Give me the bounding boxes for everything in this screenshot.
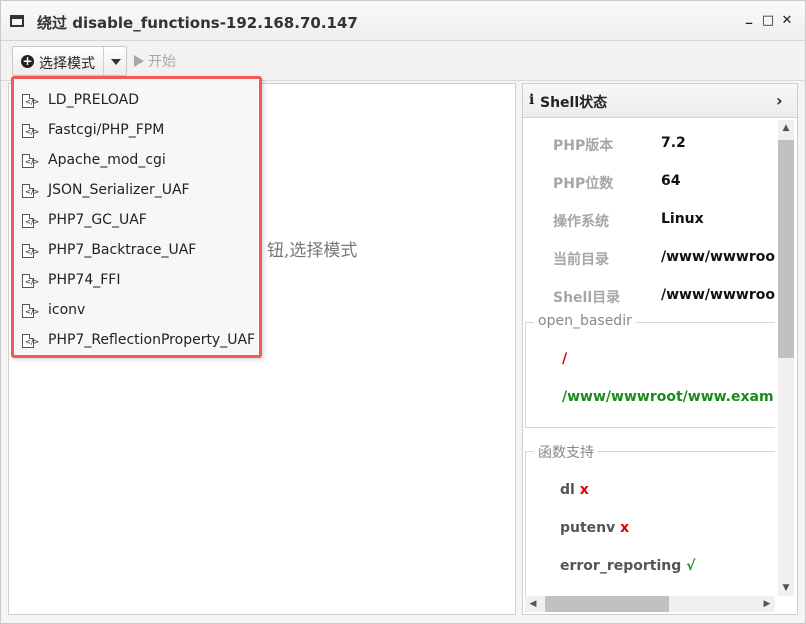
start-label: 开始	[148, 54, 176, 70]
mode-item-label: iconv	[48, 302, 86, 318]
info-key: PHP位数	[553, 176, 614, 192]
mode-item-label: Apache_mod_cgi	[48, 152, 166, 168]
mode-item-label: PHP7_ReflectionProperty_UAF	[48, 332, 256, 348]
code-file-icon: </>	[22, 154, 39, 168]
function-support-legend: 函数支持	[534, 442, 598, 462]
close-icon[interactable]: ✕	[780, 14, 794, 28]
code-file-icon: </>	[22, 184, 39, 198]
code-file-icon: </>	[22, 244, 39, 258]
mode-item-ld-preload[interactable]: </> LD_PRELOAD	[14, 86, 259, 116]
info-value: 7.2	[661, 135, 686, 151]
scroll-down-icon[interactable]: ▼	[778, 580, 794, 596]
info-key: Shell目录	[553, 290, 621, 306]
code-file-icon: </>	[22, 334, 39, 348]
mode-item-fastcgi-php-fpm[interactable]: </> Fastcgi/PHP_FPM	[14, 116, 259, 146]
info-row-php-bits: PHP位数 64	[525, 163, 775, 201]
function-name: dl	[560, 482, 575, 498]
mode-item-label: PHP7_GC_UAF	[48, 212, 147, 228]
mode-item-json-serializer-uaf[interactable]: </> JSON_Serializer_UAF	[14, 176, 259, 206]
code-file-icon: </>	[22, 214, 39, 228]
minimize-icon[interactable]: _	[742, 11, 756, 25]
window-title: 绕过 disable_functions-192.168.70.147	[37, 14, 358, 32]
mode-item-iconv[interactable]: </> iconv	[14, 296, 259, 326]
shell-status-header[interactable]: i Shell状态 ›	[523, 84, 797, 118]
plus-circle-icon: +	[21, 54, 34, 68]
code-file-icon: </>	[22, 124, 39, 138]
info-key: 当前目录	[553, 252, 609, 268]
shell-status-content[interactable]: PHP版本 7.2 PHP位数 64 操作系统 Linux 当前目录 /www/…	[525, 120, 775, 596]
info-value: 64	[661, 173, 681, 189]
scroll-left-icon[interactable]: ◀	[525, 596, 541, 612]
unsupported-mark: x	[579, 482, 589, 498]
mode-item-label: Fastcgi/PHP_FPM	[48, 122, 165, 138]
mode-item-label: LD_PRELOAD	[48, 92, 140, 108]
mode-item-php7-backtrace-uaf[interactable]: </> PHP7_Backtrace_UAF	[14, 236, 259, 266]
start-button[interactable]: 开始	[134, 51, 176, 71]
mode-item-php74-ffi[interactable]: </> PHP74_FFI	[14, 266, 259, 296]
info-row-os: 操作系统 Linux	[525, 201, 775, 239]
function-support-group: 函数支持 dl x putenv x error_reporting √	[525, 442, 775, 596]
info-icon: i	[529, 92, 535, 108]
info-value: Linux	[661, 211, 704, 227]
button-separator	[103, 47, 104, 75]
mode-item-php7-reflectionproperty-uaf[interactable]: </> PHP7_ReflectionProperty_UAF	[14, 326, 259, 356]
info-row-php-version: PHP版本 7.2	[525, 125, 775, 163]
mode-dropdown-menu: </> LD_PRELOAD </> Fastcgi/PHP_FPM </> A…	[11, 76, 262, 358]
info-row-current-dir: 当前目录 /www/wwwroot	[525, 239, 775, 277]
chevron-right-icon[interactable]: ›	[776, 91, 783, 110]
function-item-dl: dl x	[560, 482, 589, 498]
toolbar: + 选择模式 开始	[1, 41, 805, 81]
mode-item-label: JSON_Serializer_UAF	[48, 182, 190, 198]
function-item-putenv: putenv x	[560, 520, 629, 536]
horizontal-scrollbar[interactable]: ◀ ▶	[525, 596, 775, 612]
caret-down-icon[interactable]	[111, 59, 121, 65]
main-hint: 钮,选择模式	[267, 241, 358, 261]
window-icon	[10, 15, 24, 27]
vertical-scrollbar[interactable]: ▲ ▼	[778, 120, 794, 596]
code-file-icon: </>	[22, 94, 39, 108]
function-item-error-reporting: error_reporting √	[560, 558, 695, 574]
info-value: /www/wwwroot	[661, 249, 775, 265]
mode-item-label: PHP74_FFI	[48, 272, 121, 288]
basedir-path: /	[562, 351, 568, 367]
function-name: putenv	[560, 520, 616, 536]
mode-item-apache-mod-cgi[interactable]: </> Apache_mod_cgi	[14, 146, 259, 176]
info-key: 操作系统	[553, 214, 609, 230]
supported-mark: √	[686, 558, 696, 574]
open-basedir-legend: open_basedir	[534, 313, 636, 329]
open-basedir-group: open_basedir / /www/wwwroot/www.exam	[525, 313, 775, 428]
info-row-shell-dir: Shell目录 /www/wwwroot	[525, 277, 775, 315]
horizontal-scroll-thumb[interactable]	[545, 596, 669, 612]
code-file-icon: </>	[22, 274, 39, 288]
select-mode-label: 选择模式	[39, 56, 95, 72]
vertical-scroll-thumb[interactable]	[778, 140, 794, 358]
basedir-path: /www/wwwroot/www.exam	[562, 389, 774, 405]
code-file-icon: </>	[22, 304, 39, 318]
shell-status-title: Shell状态	[540, 95, 608, 111]
info-value: /www/wwwroot	[661, 287, 775, 303]
unsupported-mark: x	[620, 520, 630, 536]
info-key: PHP版本	[553, 138, 614, 154]
mode-item-php7-gc-uaf[interactable]: </> PHP7_GC_UAF	[14, 206, 259, 236]
scroll-up-icon[interactable]: ▲	[778, 120, 794, 136]
title-bar[interactable]: 绕过 disable_functions-192.168.70.147 _ □ …	[1, 1, 805, 41]
play-icon	[134, 55, 144, 67]
bypass-window: 绕过 disable_functions-192.168.70.147 _ □ …	[0, 0, 806, 624]
scroll-right-icon[interactable]: ▶	[759, 596, 775, 612]
mode-item-label: PHP7_Backtrace_UAF	[48, 242, 197, 258]
maximize-icon[interactable]: □	[761, 14, 775, 28]
function-name: error_reporting	[560, 558, 682, 574]
shell-status-panel: i Shell状态 › PHP版本 7.2 PHP位数 64 操作系统 Linu…	[522, 83, 798, 615]
select-mode-button[interactable]: + 选择模式	[12, 46, 127, 76]
